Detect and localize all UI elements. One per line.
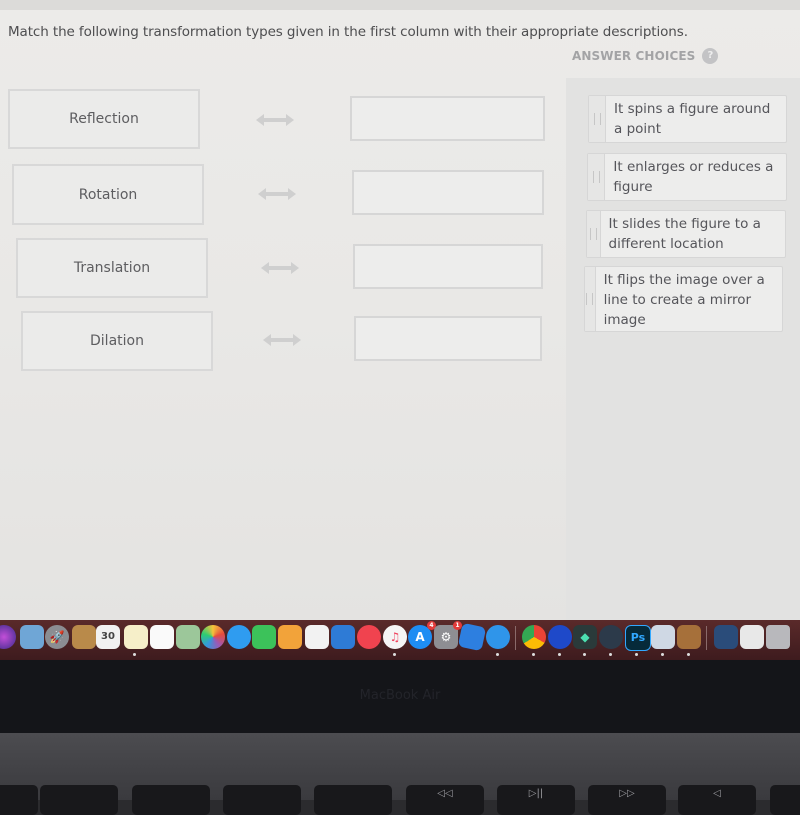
term-dilation: Dilation	[21, 311, 213, 371]
drop-target-rotation[interactable]	[352, 170, 544, 215]
news-icon[interactable]	[357, 625, 381, 649]
running-indicator	[496, 653, 499, 656]
drop-target-dilation[interactable]	[354, 316, 542, 361]
running-indicator	[609, 653, 612, 656]
double-arrow-icon	[261, 262, 299, 274]
help-icon[interactable]: ?	[702, 48, 719, 64]
answer-choice[interactable]: It enlarges or reduces a figure	[587, 153, 787, 201]
quicktime-icon[interactable]	[599, 625, 623, 649]
term-label: Rotation	[78, 186, 138, 203]
term-translation: Translation	[16, 238, 208, 298]
term-reflection: Reflection	[8, 89, 200, 149]
launchpad-icon[interactable]: 🚀	[45, 625, 69, 649]
running-indicator	[687, 653, 690, 656]
pages-icon[interactable]	[278, 625, 302, 649]
answer-choice-text: It enlarges or reduces a figure	[613, 159, 774, 195]
trash-icon[interactable]	[766, 625, 790, 649]
roblox-icon[interactable]	[457, 622, 487, 652]
keyboard-key	[40, 785, 118, 815]
keyboard-key: ▷▷	[588, 785, 666, 815]
filmora-icon[interactable]: ◆	[573, 625, 597, 649]
messages-icon[interactable]	[227, 625, 251, 649]
answer-choice-text: It spins a figure around a point	[614, 101, 771, 137]
question-instructions: Match the following transformation types…	[8, 24, 688, 40]
answer-choice[interactable]: It slides the figure to a different loca…	[586, 210, 786, 258]
answer-choice[interactable]: It spins a figure around a point	[588, 95, 787, 143]
photoshop-icon[interactable]: Ps	[625, 625, 651, 651]
running-indicator	[583, 653, 586, 656]
running-indicator	[635, 653, 638, 656]
double-arrow-icon	[258, 188, 296, 200]
dock-separator	[706, 626, 707, 650]
drag-handle-icon[interactable]	[588, 154, 606, 200]
system-preferences-icon[interactable]: ⚙ 1	[434, 621, 462, 649]
app-store-icon[interactable]: A4	[408, 621, 436, 649]
term-label: Translation	[73, 260, 151, 276]
keyboard-key: ▷||	[497, 785, 575, 815]
facetime-icon[interactable]	[252, 625, 276, 649]
dock-separator	[515, 626, 516, 650]
drop-target-reflection[interactable]	[350, 96, 545, 141]
term-label: Reflection	[69, 111, 139, 127]
safari-icon[interactable]	[486, 625, 510, 649]
screenshots-stack-icon[interactable]	[740, 625, 764, 649]
garageband-icon[interactable]	[677, 625, 701, 649]
photos-icon[interactable]	[201, 625, 225, 649]
downloads-stack-icon[interactable]	[714, 625, 738, 649]
top-strip	[0, 0, 800, 10]
keyboard-key	[0, 785, 38, 815]
term-rotation: Rotation	[12, 164, 204, 225]
vpn-icon[interactable]	[548, 625, 572, 649]
answer-choice-text: It flips the image over a line to create…	[603, 272, 765, 328]
chrome-icon[interactable]	[522, 625, 546, 649]
running-indicator	[133, 653, 136, 656]
keyboard-key	[132, 785, 210, 815]
running-indicator	[661, 653, 664, 656]
calendar-icon[interactable]: 30	[96, 625, 120, 649]
term-label: Dilation	[90, 333, 144, 349]
double-arrow-icon	[263, 334, 301, 346]
double-arrow-icon	[256, 114, 294, 126]
siri-icon[interactable]	[0, 625, 16, 649]
answer-choice[interactable]: It flips the image over a line to create…	[584, 266, 783, 332]
dock: 🚀 30 ♫ A4 ⚙ 1 ◆ Ps	[0, 620, 800, 660]
drop-target-translation[interactable]	[353, 244, 543, 289]
screen: Match the following transformation types…	[0, 0, 800, 625]
drag-handle-icon[interactable]	[585, 267, 596, 331]
music-icon[interactable]: ♫	[383, 625, 407, 649]
answer-choices-header: ANSWER CHOICES ?	[572, 48, 719, 64]
reminders-icon[interactable]	[150, 625, 174, 649]
image-capture-icon[interactable]	[651, 625, 675, 649]
running-indicator	[532, 653, 535, 656]
keyboard-key	[314, 785, 392, 815]
keyboard-key	[770, 785, 800, 815]
answer-choices-label: ANSWER CHOICES	[572, 49, 696, 63]
drag-handle-icon[interactable]	[589, 96, 606, 142]
notes-icon[interactable]	[124, 625, 148, 649]
maps-icon[interactable]	[176, 625, 200, 649]
keyboard-key: ◁◁	[406, 785, 484, 815]
keynote-icon[interactable]	[331, 625, 355, 649]
answer-choice-text: It slides the figure to a different loca…	[608, 216, 761, 252]
drag-handle-icon[interactable]	[587, 211, 601, 257]
preview-icon[interactable]	[20, 625, 44, 649]
contacts-icon[interactable]	[72, 625, 96, 649]
running-indicator	[558, 653, 561, 656]
keyboard-key	[223, 785, 301, 815]
numbers-icon[interactable]	[305, 625, 329, 649]
running-indicator	[393, 653, 396, 656]
keyboard-key: ◁	[678, 785, 756, 815]
model-label: MacBook Air	[359, 688, 441, 703]
